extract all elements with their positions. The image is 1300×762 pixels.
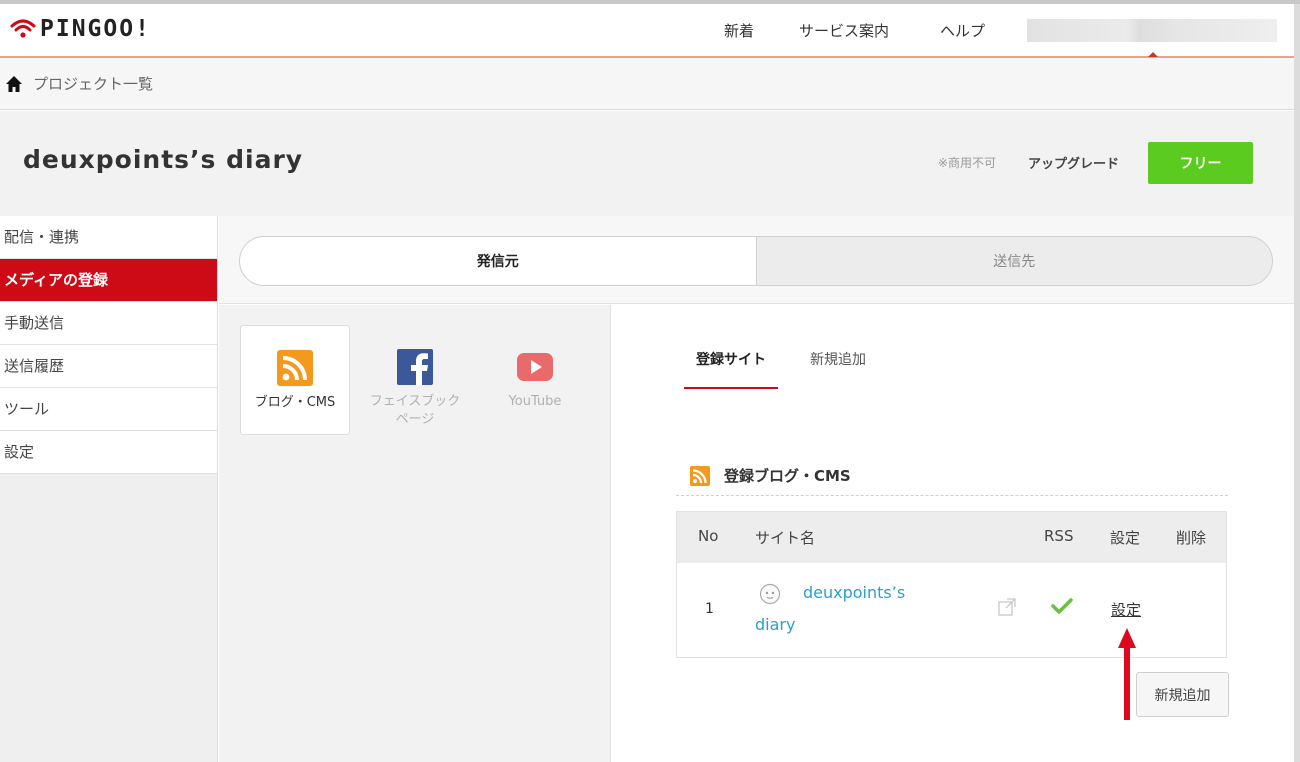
breadcrumb: プロジェクト一覧 [0, 58, 1300, 110]
arrow-up-icon [1118, 628, 1136, 720]
page-title: deuxpoints’s diary [23, 145, 304, 174]
top-bar: PINGOO! 新着 サービス案内 ヘルプ [0, 0, 1300, 58]
sidebar: 配信・連携 メディアの登録 手動送信 送信履歴 ツール 設定 [0, 216, 218, 762]
media-card-youtube[interactable]: YouTube [480, 325, 590, 435]
tab-destination[interactable]: 送信先 [757, 237, 1273, 285]
account-menu[interactable] [1027, 19, 1277, 42]
col-settings: 設定 [1110, 529, 1141, 547]
settings-link[interactable]: 設定 [1111, 599, 1141, 620]
home-icon[interactable] [5, 75, 23, 93]
segment-area: 発信元 送信先 [219, 216, 1300, 304]
source-destination-toggle: 発信元 送信先 [239, 236, 1273, 286]
nav-help[interactable]: ヘルプ [940, 20, 985, 41]
table-row: 1 deuxpoints’s diary 設定 [677, 563, 1226, 657]
media-card-blog-cms[interactable]: ブログ・CMS [240, 325, 350, 435]
tab-registered-sites[interactable]: 登録サイト [684, 337, 778, 389]
sidebar-item-distribution[interactable]: 配信・連携 [0, 216, 217, 259]
rss-icon [277, 350, 313, 386]
col-site-name: サイト名 [755, 529, 816, 547]
media-card-facebook-page[interactable]: フェイスブック ページ [360, 325, 470, 435]
media-type-list: ブログ・CMS フェイスブック ページ YouTube [219, 305, 611, 762]
nav-service[interactable]: サービス案内 [799, 20, 889, 41]
row-number: 1 [705, 601, 714, 617]
site-link-continued[interactable]: diary [755, 609, 795, 640]
col-rss: RSS [1044, 527, 1074, 545]
sidebar-item-send-history[interactable]: 送信履歴 [0, 345, 217, 388]
breadcrumb-project-list[interactable]: プロジェクト一覧 [33, 73, 153, 94]
main-content: 発信元 送信先 ブログ・CMS フェイスブック ページ YouTube 登録サイ… [219, 216, 1300, 762]
media-card-label: YouTube [508, 394, 562, 409]
divider [676, 495, 1228, 496]
col-no: No [698, 527, 719, 545]
facebook-icon [397, 349, 433, 385]
window-edge [1294, 4, 1300, 762]
registered-sites-panel: 登録サイト 新規追加 登録ブログ・CMS No サイト名 RSS 設定 削除 1 [612, 305, 1300, 762]
sidebar-item-media-register[interactable]: メディアの登録 [0, 259, 217, 302]
upgrade-link[interactable]: アップグレード [1028, 153, 1119, 172]
site-avatar-icon [759, 583, 781, 605]
sidebar-item-settings[interactable]: 設定 [0, 431, 217, 474]
site-link[interactable]: deuxpoints’s [803, 577, 905, 608]
table-header: No サイト名 RSS 設定 削除 [677, 512, 1226, 563]
rss-icon [690, 465, 710, 486]
project-header: deuxpoints’s diary ※商用不可 アップグレード フリー [0, 111, 1300, 216]
youtube-icon [517, 353, 553, 381]
section-title: 登録ブログ・CMS [690, 465, 851, 486]
wifi-icon [10, 19, 36, 38]
account-caret-icon [1148, 52, 1158, 57]
sites-table: No サイト名 RSS 設定 削除 1 deuxpoints’s diary 設… [676, 511, 1227, 658]
media-card-label: ブログ・CMS [254, 395, 336, 410]
add-new-button[interactable]: 新規追加 [1136, 672, 1229, 717]
media-card-label: フェイスブック ページ [369, 394, 461, 427]
logo-text: PINGOO! [40, 16, 151, 42]
section-title-text: 登録ブログ・CMS [724, 467, 851, 485]
tab-source[interactable]: 発信元 [240, 237, 757, 285]
plan-button[interactable]: フリー [1148, 142, 1253, 184]
commercial-note: ※商用不可 [938, 156, 997, 170]
sidebar-item-manual-send[interactable]: 手動送信 [0, 302, 217, 345]
tab-add-new[interactable]: 新規追加 [798, 337, 878, 389]
nav-new[interactable]: 新着 [724, 20, 754, 41]
check-icon [1051, 598, 1073, 614]
external-link-icon[interactable] [997, 597, 1017, 617]
panel-tabs: 登録サイト 新規追加 [684, 337, 878, 389]
logo[interactable]: PINGOO! [10, 16, 151, 42]
sidebar-item-tools[interactable]: ツール [0, 388, 217, 431]
col-delete: 削除 [1176, 529, 1207, 547]
